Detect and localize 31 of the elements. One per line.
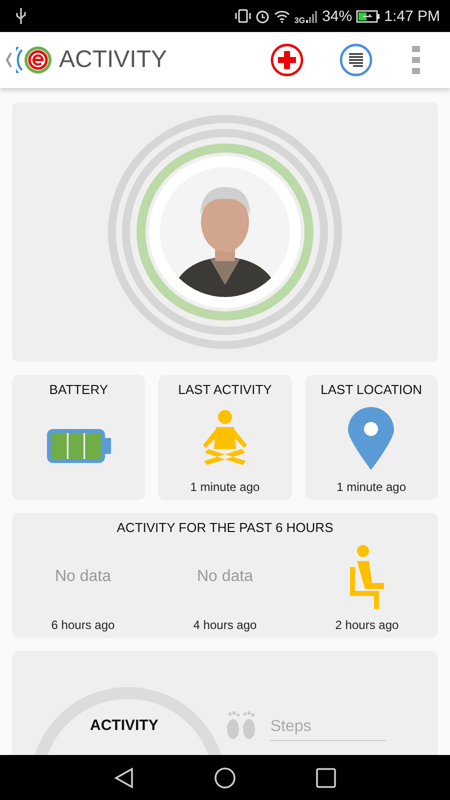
usb-icon (16, 8, 26, 24)
time-ago: 2 hours ago (335, 618, 399, 632)
list-icon[interactable] (339, 43, 373, 77)
signal-icon (306, 9, 318, 23)
back-icon[interactable] (114, 766, 134, 788)
time-ago: 6 hours ago (51, 618, 115, 632)
card-title: ACTIVITY FOR THE PAST 6 HOURS (116, 520, 334, 535)
vibrate-icon (235, 9, 252, 23)
time-ago: 1 minute ago (190, 480, 260, 494)
no-data-text: No data (54, 568, 112, 586)
card-title: LAST LOCATION (320, 382, 422, 397)
activity-title: ACTIVITY (90, 717, 158, 734)
medical-cross-icon[interactable] (270, 43, 304, 77)
home-icon[interactable] (214, 766, 236, 788)
wifi-icon (274, 10, 290, 22)
no-data-text: No data (196, 568, 254, 586)
battery-percent: 34% (322, 8, 352, 24)
card-title: BATTERY (49, 382, 108, 397)
steps-field[interactable]: Steps (270, 714, 386, 740)
alarm-icon (255, 8, 270, 24)
time-ago: 4 hours ago (193, 618, 257, 632)
battery-icon (44, 426, 113, 464)
card-title: LAST ACTIVITY (178, 382, 272, 397)
clock-time: 1:47 PM (384, 8, 440, 24)
time-ago: 1 minute ago (336, 480, 406, 494)
network-type: 3G (294, 16, 306, 24)
battery-charging-icon (356, 10, 380, 22)
location-pin-icon (348, 406, 394, 470)
recents-icon[interactable] (316, 768, 336, 788)
sitting-person-icon (347, 544, 387, 608)
screen-title: ACTIVITY (59, 46, 168, 74)
